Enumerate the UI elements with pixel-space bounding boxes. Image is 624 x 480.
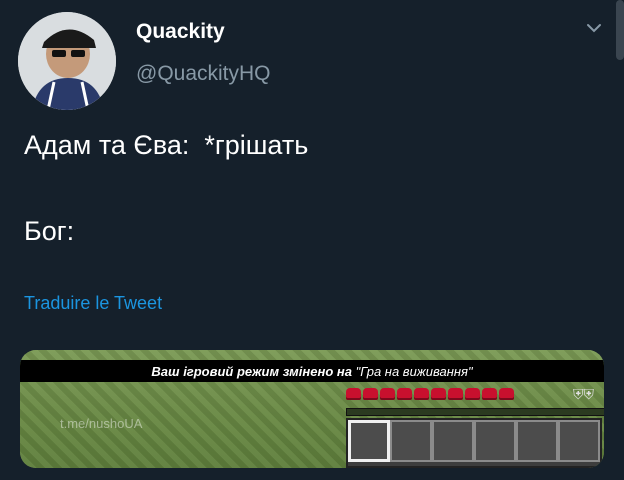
health-hearts	[346, 388, 514, 402]
avatar-image	[18, 12, 116, 110]
hotbar-slot	[348, 420, 390, 462]
heart-icon	[465, 388, 480, 400]
armor-icon: ⛨⛨	[573, 386, 594, 402]
translate-tweet-link[interactable]: Traduire le Tweet	[24, 293, 162, 314]
hotbar	[346, 418, 602, 468]
heart-icon	[363, 388, 378, 400]
tweet-text-line-1: Адам та Єва: *грішать	[24, 130, 309, 160]
chevron-down-icon[interactable]	[584, 18, 604, 38]
tweet-media[interactable]: Ваш ігровий режим змінено на "Гра на виж…	[20, 350, 604, 468]
heart-icon	[380, 388, 395, 400]
experience-bar	[346, 408, 604, 416]
author-name[interactable]: Quackity	[136, 20, 225, 44]
heart-icon	[414, 388, 429, 400]
game-mode-message-prefix: Ваш ігровий режим змінено на	[151, 363, 352, 379]
heart-icon	[431, 388, 446, 400]
hotbar-slot	[390, 420, 432, 462]
scrollbar[interactable]	[616, 0, 624, 60]
hotbar-slot	[432, 420, 474, 462]
game-mode-message-value: "Гра на виживання"	[355, 363, 473, 379]
heart-icon	[397, 388, 412, 400]
avatar[interactable]	[18, 12, 116, 110]
hotbar-slot	[558, 420, 600, 462]
watermark: t.me/nushoUA	[60, 416, 143, 431]
author-handle[interactable]: @QuackityHQ	[136, 62, 271, 86]
heart-icon	[448, 388, 463, 400]
heart-icon	[482, 388, 497, 400]
tweet-text-line-2: Бог:	[24, 216, 75, 246]
heart-icon	[346, 388, 361, 400]
game-mode-message: Ваш ігровий режим змінено на "Гра на виж…	[20, 360, 604, 382]
heart-icon	[499, 388, 514, 400]
hotbar-slot	[474, 420, 516, 462]
hotbar-slot	[516, 420, 558, 462]
